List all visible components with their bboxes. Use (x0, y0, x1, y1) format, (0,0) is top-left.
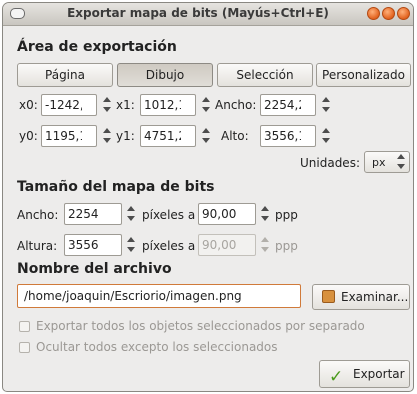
width-area-value: 2254,22 (264, 98, 301, 112)
browse-button[interactable]: Examinar... (312, 284, 410, 310)
width-dpi-value: 90,00 (202, 207, 237, 221)
units-value: px (372, 156, 386, 169)
tab-page-label: Página (45, 68, 85, 82)
export-bitmap-dialog: Exportar mapa de bits (Mayús+Ctrl+E) Áre… (2, 2, 414, 392)
tab-selection-label: Selección (236, 68, 294, 82)
x0-stepper-icon[interactable] (101, 95, 113, 115)
tab-drawing-label: Dibujo (145, 68, 185, 82)
tab-custom-label: Personalizado (322, 68, 405, 82)
export-label: Exportar (353, 367, 405, 381)
bitmap-width-unit: píxeles a (142, 208, 196, 222)
filename-input[interactable]: /home/joaquin/Escriorio/imagen.png (17, 284, 301, 308)
width-area-label: Ancho: (215, 98, 257, 112)
batch-export-checkbox[interactable] (19, 321, 30, 332)
height-dpi-value: 90,00 (202, 238, 237, 252)
width-dpi-stepper-icon[interactable] (259, 204, 271, 224)
width-dpi-spinbox[interactable]: 90,00 (198, 203, 256, 225)
bitmap-width-stepper-icon[interactable] (125, 204, 137, 224)
x1-stepper-icon[interactable] (200, 95, 212, 115)
height-area-stepper-icon[interactable] (320, 126, 332, 146)
minimize-icon[interactable] (367, 7, 380, 20)
bitmap-height-spinbox[interactable]: 3556 (64, 234, 122, 256)
tab-drawing[interactable]: Dibujo (117, 63, 213, 87)
y0-stepper-icon[interactable] (101, 126, 113, 146)
bitmap-width-value: 2254 (68, 207, 99, 221)
window-menu-icon[interactable] (10, 8, 25, 19)
tab-selection[interactable]: Selección (217, 63, 313, 87)
hide-others-label: Ocultar todos excepto los seleccionados (36, 340, 278, 354)
height-area-spinbox[interactable]: 3556,14 (260, 125, 316, 147)
units-dropdown-icon (395, 152, 407, 172)
filename-heading: Nombre del archivo (17, 261, 172, 277)
units-select[interactable]: px (364, 151, 410, 173)
y0-spinbox[interactable]: 1195,14 (41, 125, 97, 147)
browse-label: Examinar... (341, 290, 409, 304)
y1-spinbox[interactable]: 4751,29 (140, 125, 196, 147)
checkmark-icon: ✓ (329, 367, 344, 387)
window-title: Exportar mapa de bits (Mayús+Ctrl+E) (67, 6, 329, 20)
batch-export-label: Exportar todos los objetos seleccionados… (36, 319, 365, 333)
export-button[interactable]: ✓ Exportar (319, 360, 410, 388)
x1-value: 1012,16 (144, 98, 181, 112)
y0-value: 1195,14 (45, 129, 82, 143)
export-area-heading: Área de exportación (17, 39, 177, 55)
x1-label: x1: (116, 98, 135, 112)
x0-label: x0: (19, 98, 38, 112)
bitmap-size-heading: Tamaño del mapa de bits (17, 179, 215, 195)
width-area-stepper-icon[interactable] (320, 95, 332, 115)
bitmap-width-label: Ancho: (17, 208, 59, 222)
tab-page[interactable]: Página (17, 63, 113, 87)
y1-label: y1: (116, 129, 135, 143)
bitmap-height-stepper-icon[interactable] (125, 235, 137, 255)
hide-others-checkbox[interactable] (19, 342, 30, 353)
width-dpi-unit: ppp (275, 208, 298, 222)
units-label: Unidades: (300, 156, 360, 170)
height-dpi-unit: ppp (275, 239, 298, 253)
y1-value: 4751,29 (144, 129, 181, 143)
folder-icon (322, 290, 335, 303)
x1-spinbox[interactable]: 1012,16 (140, 94, 196, 116)
title-bar[interactable]: Exportar mapa de bits (Mayús+Ctrl+E) (3, 3, 413, 26)
x0-spinbox[interactable]: -1242,06 (41, 94, 97, 116)
y1-stepper-icon[interactable] (200, 126, 212, 146)
width-area-spinbox[interactable]: 2254,22 (260, 94, 316, 116)
filename-value: /home/joaquin/Escriorio/imagen.png (24, 289, 242, 303)
height-dpi-stepper-icon (259, 235, 271, 255)
height-dpi-spinbox: 90,00 (198, 234, 256, 256)
bitmap-height-unit: píxeles a (142, 239, 196, 253)
bitmap-width-spinbox[interactable]: 2254 (64, 203, 122, 225)
y0-label: y0: (19, 129, 38, 143)
bitmap-height-label: Altura: (17, 239, 58, 253)
height-area-value: 3556,14 (264, 129, 301, 143)
bitmap-height-value: 3556 (68, 238, 99, 252)
close-icon[interactable] (397, 7, 410, 20)
tab-custom[interactable]: Personalizado (316, 63, 411, 87)
maximize-icon[interactable] (382, 7, 395, 20)
x0-value: -1242,06 (45, 98, 82, 112)
height-area-label: Alto: (221, 129, 249, 143)
